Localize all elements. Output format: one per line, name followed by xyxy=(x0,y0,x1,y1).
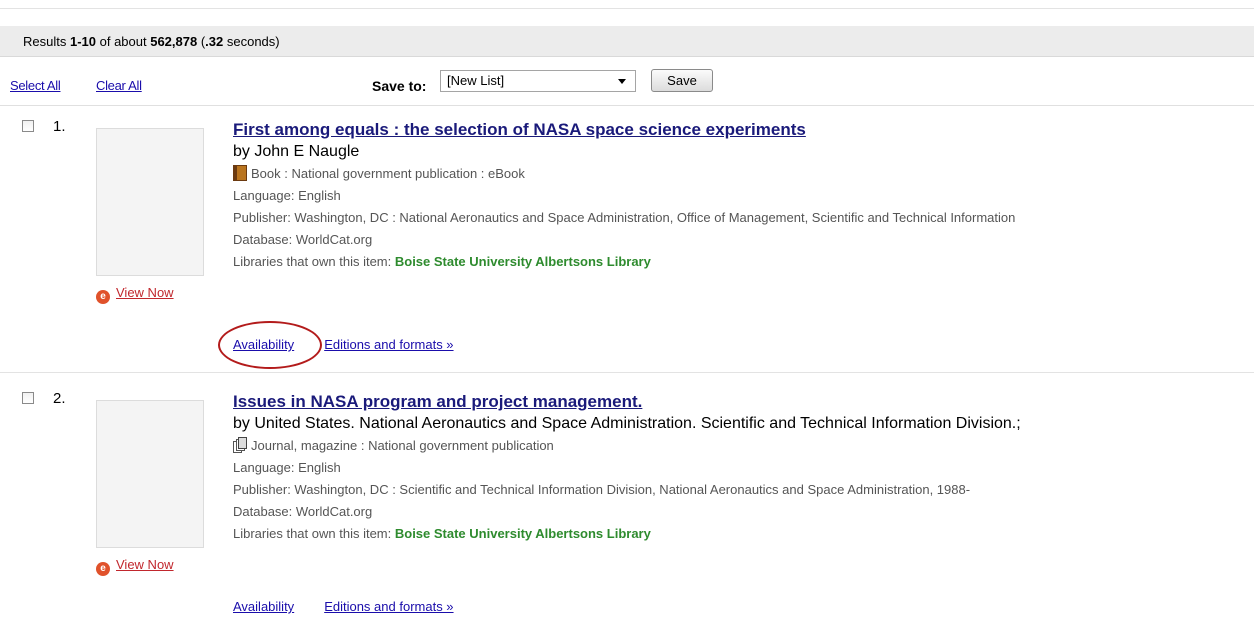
record-language: Language: English xyxy=(233,188,341,203)
record-publisher: Publisher: Washington, DC : Scientific a… xyxy=(233,482,971,497)
record-details: First among equals : the selection of NA… xyxy=(233,118,1254,273)
results-time-close: seconds) xyxy=(223,34,280,49)
record-libraries: Libraries that own this item: Boise Stat… xyxy=(233,251,1254,273)
result-record: 2. e View Now Issues in NASA program and … xyxy=(0,390,1254,633)
availability-link[interactable]: Availability xyxy=(233,599,294,614)
results-summary: Results 1-10 of about 562,878 (.32 secon… xyxy=(0,26,1254,57)
record-database: Database: WorldCat.org xyxy=(233,504,373,519)
record-checkbox[interactable] xyxy=(22,120,34,132)
record-database: Database: WorldCat.org xyxy=(233,232,373,247)
chevron-down-icon xyxy=(618,79,626,84)
editions-formats-link[interactable]: Editions and formats » xyxy=(324,337,453,352)
book-icon xyxy=(233,165,247,181)
record-format: Book : National government publication :… xyxy=(233,163,1254,185)
save-button[interactable]: Save xyxy=(651,69,713,92)
record-format-text: Journal, magazine : National government … xyxy=(251,438,554,453)
record-format-text: Book : National government publication :… xyxy=(251,166,525,181)
save-to-selected-value: [New List] xyxy=(447,73,505,88)
ebook-icon: e xyxy=(96,290,110,304)
view-now-label: View Now xyxy=(116,557,174,572)
ebook-icon: e xyxy=(96,562,110,576)
record-language: Language: English xyxy=(233,460,341,475)
save-to-label: Save to: xyxy=(372,78,427,94)
highlight-circle xyxy=(218,321,322,369)
record-checkbox[interactable] xyxy=(22,392,34,404)
library-name: Boise State University Albertsons Librar… xyxy=(394,254,651,269)
results-of: of about xyxy=(96,34,151,49)
record-title-link[interactable]: Issues in NASA program and project manag… xyxy=(233,390,1254,413)
save-to-select[interactable]: [New List] xyxy=(440,70,636,92)
results-time-open: ( xyxy=(197,34,206,49)
record-details: Issues in NASA program and project manag… xyxy=(233,390,1254,545)
view-now-link[interactable]: e View Now xyxy=(96,285,174,304)
record-number: 1. xyxy=(53,118,66,135)
view-now-label: View Now xyxy=(116,285,174,300)
results-seconds: .32 xyxy=(205,34,224,49)
libraries-label: Libraries that own this item: xyxy=(233,526,395,541)
record-author: by United States. National Aeronautics a… xyxy=(233,415,1021,432)
select-all-link[interactable]: Select All xyxy=(10,78,61,93)
cover-thumbnail[interactable] xyxy=(96,400,204,548)
record-publisher: Publisher: Washington, DC : National Aer… xyxy=(233,210,1016,225)
view-now-link[interactable]: e View Now xyxy=(96,557,174,576)
journal-icon xyxy=(233,437,247,453)
top-divider xyxy=(0,8,1254,9)
record-format: Journal, magazine : National government … xyxy=(233,435,1254,457)
list-controls: Select All Clear All Save to: [New List]… xyxy=(0,66,1254,106)
editions-formats-link[interactable]: Editions and formats » xyxy=(324,599,453,614)
record-links: Availability Editions and formats » xyxy=(233,599,484,614)
record-author: by John E Naugle xyxy=(233,143,360,160)
libraries-label: Libraries that own this item: xyxy=(233,254,395,269)
library-name: Boise State University Albertsons Librar… xyxy=(394,526,651,541)
record-number: 2. xyxy=(53,390,66,407)
record-title-link[interactable]: First among equals : the selection of NA… xyxy=(233,118,1254,141)
cover-thumbnail[interactable] xyxy=(96,128,204,276)
results-prefix: Results xyxy=(23,34,70,49)
results-total: 562,878 xyxy=(150,34,198,49)
record-libraries: Libraries that own this item: Boise Stat… xyxy=(233,523,1254,545)
results-range: 1-10 xyxy=(69,34,96,49)
clear-all-link[interactable]: Clear All xyxy=(96,78,142,93)
result-record: 1. e View Now First among equals : the se… xyxy=(0,118,1254,373)
